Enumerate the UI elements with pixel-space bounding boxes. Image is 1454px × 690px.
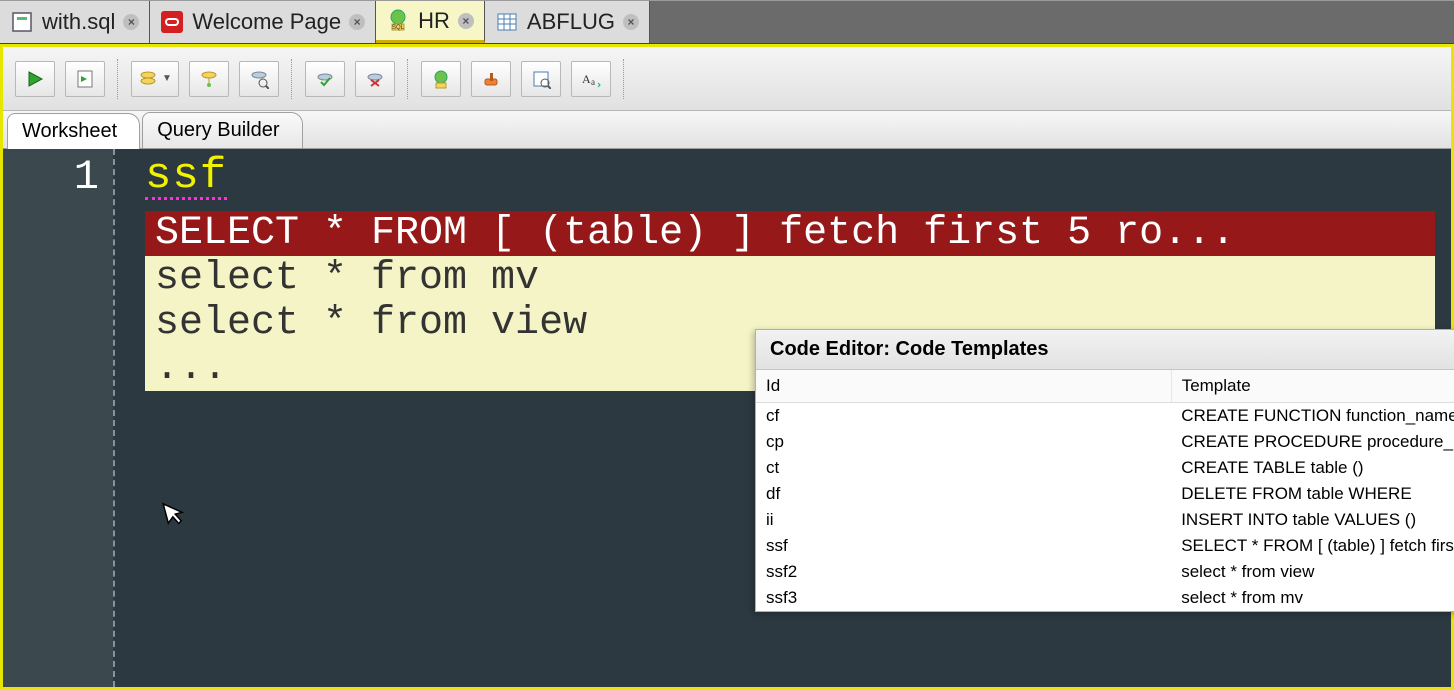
svg-text:SQL: SQL — [392, 25, 405, 31]
line-number-gutter: 1 — [3, 149, 113, 687]
close-icon[interactable]: × — [623, 14, 639, 30]
chevron-down-icon: ▼ — [162, 73, 172, 84]
subtab-query-builder[interactable]: Query Builder — [142, 112, 302, 148]
template-id-cell: df — [756, 481, 1171, 507]
tab-abflug[interactable]: ABFLUG × — [485, 1, 650, 43]
tab-welcome-page[interactable]: Welcome Page × — [150, 1, 376, 43]
file-sql-icon — [10, 10, 34, 34]
template-row[interactable]: ssfSELECT * FROM [ (table) ] fetch first… — [756, 533, 1454, 559]
tab-label: HR — [418, 8, 450, 34]
sql-tuning-button[interactable] — [239, 61, 279, 97]
panel-title: Code Editor: Code Templates — [756, 330, 1454, 370]
toolbar-separator — [291, 59, 293, 99]
sql-editor[interactable]: 1 ssf SELECT * FROM [ (table) ] fetch fi… — [3, 149, 1451, 687]
template-row[interactable]: cpCREATE PROCEDURE procedure_name [ (par… — [756, 429, 1454, 455]
column-header-id[interactable]: Id — [756, 370, 1171, 403]
unshared-sql-button[interactable] — [421, 61, 461, 97]
code-pane[interactable]: ssf SELECT * FROM [ (table) ] fetch firs… — [113, 149, 1451, 687]
template-id-cell: cp — [756, 429, 1171, 455]
template-id-cell: ssf3 — [756, 585, 1171, 611]
template-row[interactable]: ctCREATE TABLE table () — [756, 455, 1454, 481]
worksheet-container: ▼ Aa Worksheet Query Builde — [0, 44, 1454, 690]
template-id-cell: ii — [756, 507, 1171, 533]
tab-label: with.sql — [42, 9, 115, 35]
tab-label: Welcome Page — [192, 9, 341, 35]
template-row[interactable]: ssf3select * from mv — [756, 585, 1454, 611]
template-text-cell: SELECT * FROM [ (table) ] fetch first 5 … — [1171, 533, 1454, 559]
subtab-worksheet[interactable]: Worksheet — [7, 113, 140, 149]
close-icon[interactable]: × — [349, 14, 365, 30]
oracle-logo-icon — [160, 10, 184, 34]
template-text-cell: CREATE PROCEDURE procedure_name [ (param — [1171, 429, 1454, 455]
template-text-cell: INSERT INTO table VALUES () — [1171, 507, 1454, 533]
commit-button[interactable] — [305, 61, 345, 97]
clear-button[interactable] — [471, 61, 511, 97]
template-id-cell: ct — [756, 455, 1171, 481]
code-templates-panel: Code Editor: Code Templates Id Template … — [755, 329, 1454, 612]
template-id-cell: ssf — [756, 533, 1171, 559]
to-upper-button[interactable]: Aa — [571, 61, 611, 97]
explain-plan-button[interactable] — [189, 61, 229, 97]
typed-code-line: ssf — [145, 149, 1451, 201]
run-script-button[interactable] — [65, 61, 105, 97]
worksheet-subtabs: Worksheet Query Builder — [3, 111, 1451, 149]
toolbar-separator — [623, 59, 625, 99]
template-text-cell: select * from view — [1171, 559, 1454, 585]
worksheet-toolbar: ▼ Aa — [3, 47, 1451, 111]
template-row[interactable]: ssf2select * from view — [756, 559, 1454, 585]
svg-text:A: A — [582, 72, 591, 86]
template-row[interactable]: iiINSERT INTO table VALUES () — [756, 507, 1454, 533]
template-id-cell: cf — [756, 403, 1171, 430]
autocomplete-item-selected[interactable]: SELECT * FROM [ (table) ] fetch first 5 … — [145, 211, 1435, 256]
autocomplete-item[interactable]: select * from mv — [145, 256, 1435, 301]
cursor-pointer-icon — [161, 497, 192, 537]
table-grid-icon — [495, 10, 519, 34]
svg-text:a: a — [591, 77, 595, 87]
db-connection-icon: SQL — [386, 9, 410, 33]
template-text-cell: CREATE TABLE table () — [1171, 455, 1454, 481]
autotrace-button[interactable]: ▼ — [131, 61, 179, 97]
tab-hr[interactable]: SQL HR × — [376, 1, 485, 43]
template-text-cell: CREATE FUNCTION function_name [ (param — [1171, 403, 1454, 430]
tab-with-sql[interactable]: with.sql × — [0, 1, 150, 43]
template-row[interactable]: cfCREATE FUNCTION function_name [ (param — [756, 403, 1454, 430]
template-text-cell: select * from mv — [1171, 585, 1454, 611]
typed-text: ssf — [145, 157, 227, 200]
column-header-template[interactable]: Template — [1171, 370, 1454, 403]
close-icon[interactable]: × — [458, 13, 474, 29]
template-id-cell: ssf2 — [756, 559, 1171, 585]
run-statement-button[interactable] — [15, 61, 55, 97]
sql-history-button[interactable] — [521, 61, 561, 97]
code-templates-table: Id Template cfCREATE FUNCTION function_n… — [756, 370, 1454, 611]
line-number: 1 — [3, 153, 99, 201]
template-row[interactable]: dfDELETE FROM table WHERE — [756, 481, 1454, 507]
document-tabstrip: with.sql × Welcome Page × SQL HR × ABFLU… — [0, 0, 1454, 44]
toolbar-separator — [407, 59, 409, 99]
tab-label: ABFLUG — [527, 9, 615, 35]
close-icon[interactable]: × — [123, 14, 139, 30]
template-text-cell: DELETE FROM table WHERE — [1171, 481, 1454, 507]
rollback-button[interactable] — [355, 61, 395, 97]
toolbar-separator — [117, 59, 119, 99]
